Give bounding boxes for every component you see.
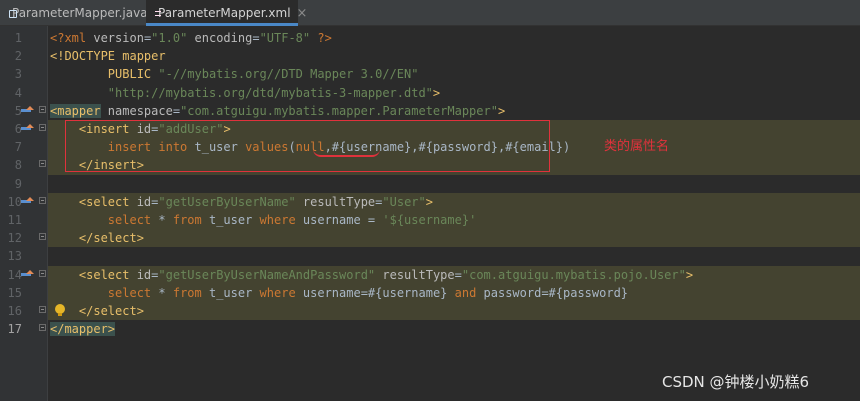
code-line: </select> <box>48 229 860 248</box>
line-number: 8 <box>14 158 22 173</box>
fold-toggle-icon[interactable] <box>39 233 46 240</box>
tab-parametermapper-java[interactable]: ParameterMapper.java × <box>0 0 164 26</box>
editor-tab-bar: ParameterMapper.java × ParameterMapper.x… <box>0 0 860 26</box>
line-number: 7 <box>14 140 22 155</box>
line-number: 16 <box>7 304 22 318</box>
code-line: <mapper namespace="com.atguigu.mybatis.m… <box>50 103 506 118</box>
code-editor[interactable]: <?xml version="1.0" encoding="UTF-8" ?> … <box>48 26 860 401</box>
close-icon[interactable]: × <box>297 6 308 21</box>
code-line: <insert id="addUser"> <box>48 120 860 139</box>
line-number: 13 <box>7 249 22 264</box>
line-number: 6 <box>14 122 22 136</box>
line-number: 3 <box>14 67 22 82</box>
line-number: 15 <box>7 285 22 300</box>
mybatis-gutter-icon[interactable] <box>20 269 34 281</box>
code-line: </select> <box>48 302 860 321</box>
fold-toggle-icon[interactable] <box>39 324 46 331</box>
tab-label: ParameterMapper.java <box>12 6 148 20</box>
line-number-gutter[interactable]: 1 2 3 4 5 6 7 8 9 10 11 12 13 14 15 16 1… <box>0 26 48 401</box>
code-line: <select id="getUserByUserNameAndPassword… <box>48 265 860 284</box>
fold-toggle-icon[interactable] <box>39 306 46 313</box>
line-number: 5 <box>14 103 22 118</box>
code-line: select * from t_user where username=#{us… <box>48 283 860 302</box>
code-line: </mapper> <box>50 322 116 337</box>
fold-toggle-icon[interactable] <box>39 197 46 204</box>
line-number: 17 <box>7 322 22 337</box>
annotation-underline <box>313 149 380 157</box>
line-number: 14 <box>7 267 22 282</box>
tab-parametermapper-xml[interactable]: ParameterMapper.xml × <box>146 0 307 26</box>
fold-toggle-icon[interactable] <box>39 270 46 277</box>
code-line: select * from t_user where username = '$… <box>48 211 860 230</box>
code-line: insert into t_user values(null,#{usernam… <box>48 138 860 157</box>
line-number: 4 <box>14 85 22 100</box>
mybatis-gutter-icon[interactable] <box>20 123 34 135</box>
line-number: 11 <box>7 213 22 227</box>
tab-label: ParameterMapper.xml <box>158 6 291 20</box>
watermark: CSDN @钟楼小奶糕6 <box>662 373 810 391</box>
code-line: <!DOCTYPE mapper <box>50 49 166 64</box>
fold-toggle-icon[interactable] <box>39 106 46 113</box>
fold-toggle-icon[interactable] <box>39 160 46 167</box>
code-line: </insert> <box>48 156 860 175</box>
lightbulb-icon[interactable] <box>55 304 65 316</box>
fold-toggle-icon[interactable] <box>39 124 46 131</box>
code-line: PUBLIC "-//mybatis.org//DTD Mapper 3.0//… <box>50 67 419 82</box>
line-number: 9 <box>14 176 22 191</box>
annotation-label: 类的属性名 <box>604 139 670 154</box>
line-number: 12 <box>7 231 22 246</box>
code-line: <select id="getUserByUserName" resultTyp… <box>48 192 860 211</box>
line-number: 2 <box>14 49 22 64</box>
code-line: "http://mybatis.org/dtd/mybatis-3-mapper… <box>107 85 441 100</box>
code-line: <?xml version="1.0" encoding="UTF-8" ?> <box>50 31 332 45</box>
line-number: 1 <box>14 31 22 45</box>
mybatis-gutter-icon[interactable] <box>20 196 34 208</box>
mybatis-gutter-icon[interactable] <box>20 105 34 117</box>
line-number: 10 <box>7 194 22 209</box>
